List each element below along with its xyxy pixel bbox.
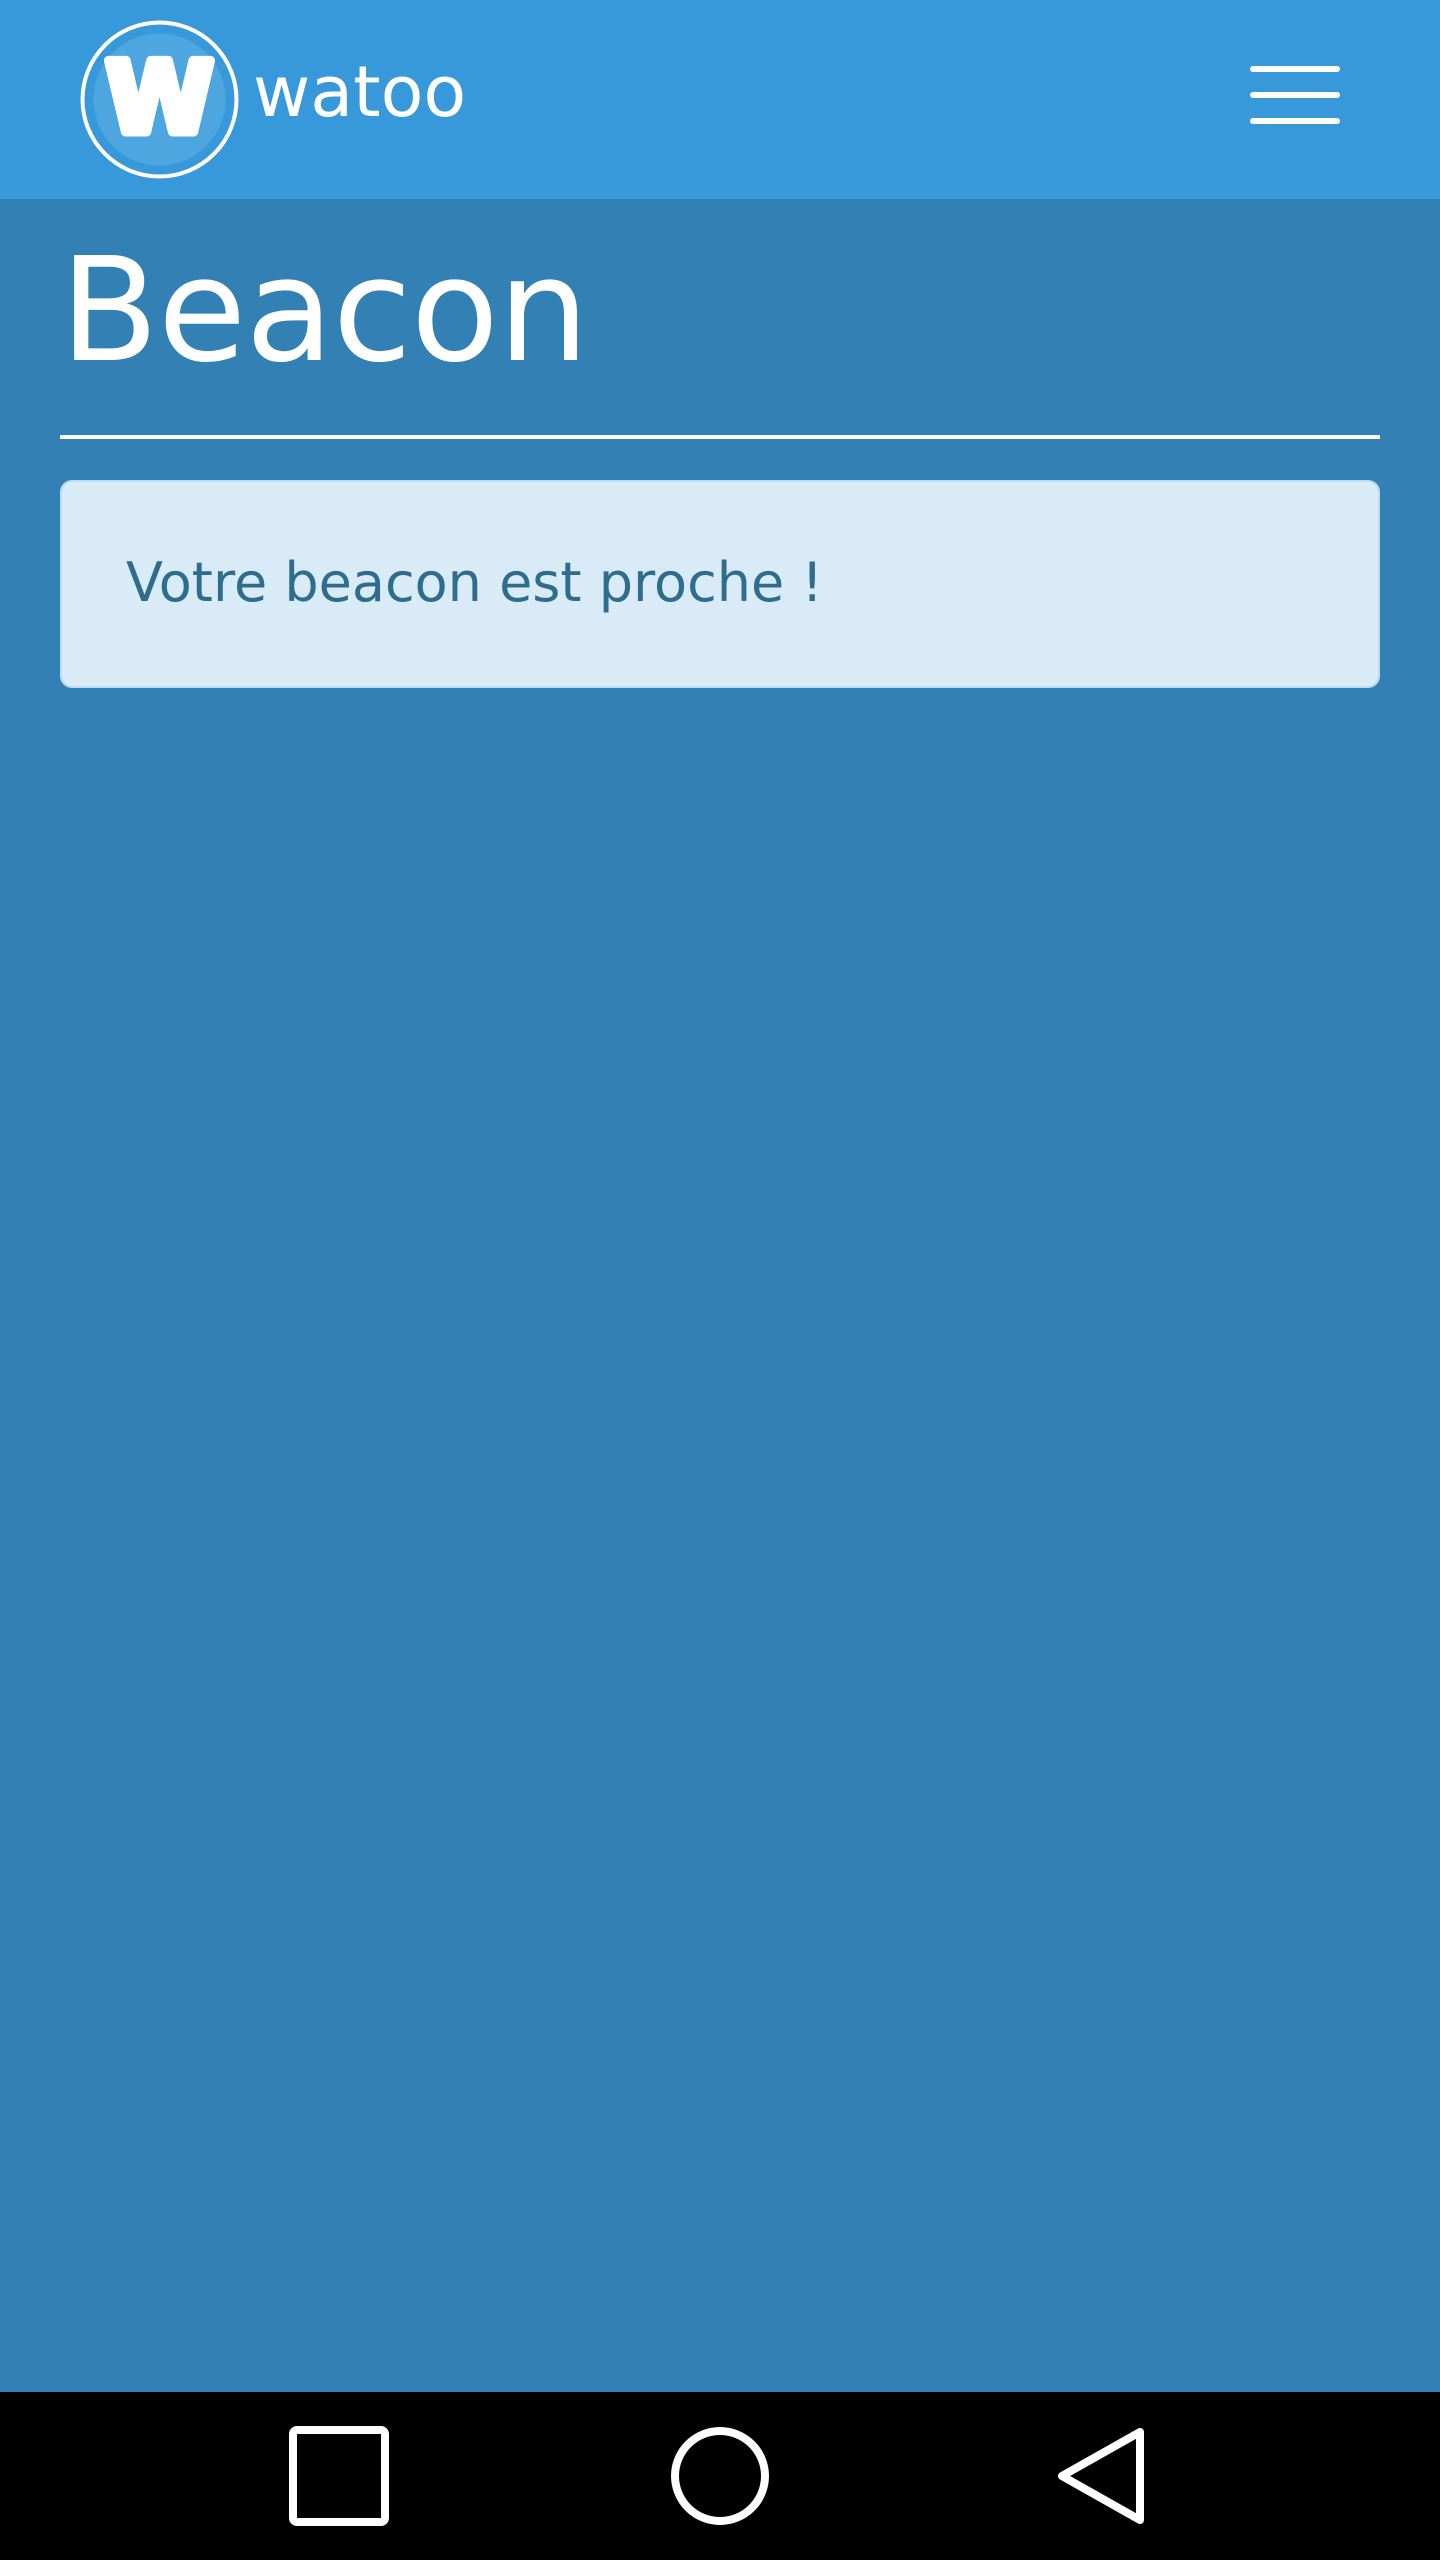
back-button[interactable] [1054, 2426, 1154, 2526]
system-nav-bar [0, 2392, 1440, 2560]
svg-text:W: W [105, 42, 213, 156]
brand-name: watoo [253, 51, 467, 133]
logo-icon: W W [80, 20, 239, 179]
app-header: W W watoo [0, 0, 1440, 199]
watoo-logo[interactable]: W W [79, 19, 240, 180]
home-button[interactable] [670, 2426, 770, 2526]
square-icon [289, 2426, 389, 2526]
triangle-back-icon [1058, 2428, 1144, 2524]
menu-bar-middle [1250, 92, 1340, 98]
recents-button[interactable] [289, 2426, 389, 2526]
menu-bar-top [1250, 66, 1340, 72]
menu-bar-bottom [1250, 118, 1340, 124]
page-title: Beacon [60, 226, 589, 394]
circle-icon [671, 2427, 769, 2525]
title-divider [60, 435, 1380, 439]
alert-message: Votre beacon est proche ! [126, 551, 824, 614]
hamburger-menu-icon[interactable] [1250, 66, 1340, 124]
beacon-alert: Votre beacon est proche ! [60, 480, 1380, 688]
